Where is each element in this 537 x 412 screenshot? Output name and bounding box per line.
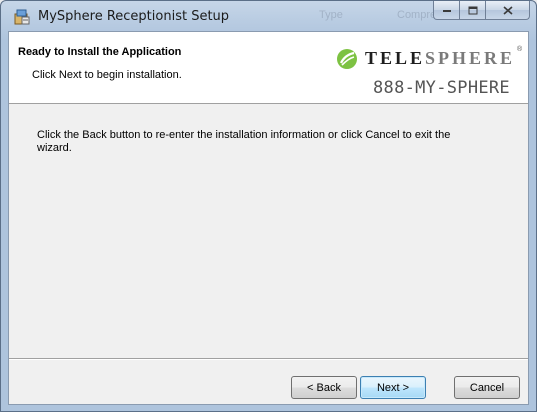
minimize-button[interactable] (433, 1, 460, 20)
telesphere-logo: TELESPHERE (365, 48, 515, 69)
window-controls (433, 1, 530, 20)
logo-word-part1: TELE (365, 48, 426, 68)
background-window-text: Compre (397, 9, 437, 21)
header-banner: Ready to Install the Application Click N… (9, 32, 528, 104)
installer-window: MySphere Receptionist Setup Type Compre (0, 0, 537, 412)
next-button[interactable]: Next > (360, 376, 426, 399)
back-button[interactable]: < Back (291, 376, 357, 399)
instructions-text: Click the Back button to re-enter the in… (37, 129, 451, 154)
cancel-button[interactable]: Cancel (454, 376, 520, 399)
minimize-icon (442, 10, 451, 12)
button-divider (9, 358, 528, 360)
background-window-text: Type (319, 9, 343, 21)
window-title: MySphere Receptionist Setup (38, 9, 230, 24)
page-subtitle: Click Next to begin installation. (32, 69, 182, 81)
trademark-symbol: ® (517, 46, 523, 53)
page-title: Ready to Install the Application (18, 46, 182, 58)
installer-icon (14, 9, 30, 25)
close-icon (502, 5, 513, 15)
close-button[interactable] (486, 1, 530, 20)
title-bar[interactable]: MySphere Receptionist Setup Type Compre (1, 1, 536, 31)
maximize-icon (468, 6, 477, 14)
maximize-button[interactable] (460, 1, 486, 20)
dialog-body: Ready to Install the Application Click N… (8, 31, 529, 405)
logo-word-part2: SPHERE (425, 48, 516, 68)
telesphere-logo-icon (337, 49, 357, 69)
logo-phone-number: 888-MY-SPHERE (373, 78, 510, 98)
